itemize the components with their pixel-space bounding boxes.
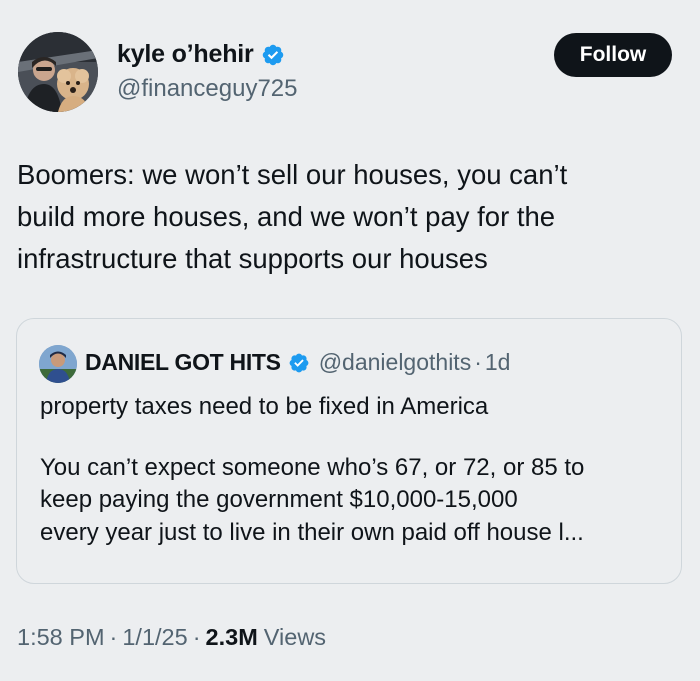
tweet-meta: 1:58 PM · 1/1/25 · 2.3M Views xyxy=(17,624,326,651)
user-avatar-icon xyxy=(18,32,98,112)
separator-dot: · xyxy=(109,624,118,650)
author-name-row[interactable]: kyle o’hehir xyxy=(117,40,285,69)
verified-badge-icon xyxy=(289,353,309,372)
quoted-text: property taxes need to be fixed in Ameri… xyxy=(40,391,670,549)
user-avatar-icon xyxy=(39,345,77,383)
tweet-text-line: build more houses, and we won’t pay for … xyxy=(17,201,556,232)
quoted-timestamp[interactable]: 1d xyxy=(485,349,511,376)
separator-dot: · xyxy=(192,624,201,650)
quoted-text-line: You can’t expect someone who’s 67, or 72… xyxy=(40,453,585,481)
tweet-text-line: infrastructure that supports our houses xyxy=(17,243,488,274)
quoted-text-line: property taxes need to be fixed in Ameri… xyxy=(40,393,489,420)
views-label: Views xyxy=(263,624,327,650)
author-avatar[interactable] xyxy=(18,32,98,112)
separator-dot: · xyxy=(474,349,482,375)
quoted-tweet[interactable]: DANIEL GOT HITS @danielgothits · 1d prop… xyxy=(16,318,682,584)
verified-badge-icon xyxy=(262,44,283,65)
quoted-text-line: keep paying the government $10,000-15,00… xyxy=(40,486,518,513)
quoted-author-name[interactable]: DANIEL GOT HITS xyxy=(85,349,281,376)
post-date[interactable]: 1/1/25 xyxy=(122,624,187,651)
post-time[interactable]: 1:58 PM xyxy=(17,624,105,651)
follow-button[interactable]: Follow xyxy=(554,33,672,77)
quoted-header: DANIEL GOT HITS @danielgothits · 1d xyxy=(85,349,510,376)
author-name[interactable]: kyle o’hehir xyxy=(117,40,254,69)
tweet-text-line: Boomers: we won’t sell our houses, you c… xyxy=(17,159,568,190)
quoted-author-avatar[interactable] xyxy=(39,345,77,383)
quoted-author-handle[interactable]: @danielgothits xyxy=(319,349,472,376)
views-count[interactable]: 2.3M xyxy=(206,624,258,651)
tweet: kyle o’hehir @financeguy725 Follow Boome… xyxy=(0,0,700,681)
author-handle[interactable]: @financeguy725 xyxy=(117,75,298,103)
tweet-text: Boomers: we won’t sell our houses, you c… xyxy=(17,154,677,280)
quoted-text-line: every year just to live in their own pai… xyxy=(40,518,584,546)
